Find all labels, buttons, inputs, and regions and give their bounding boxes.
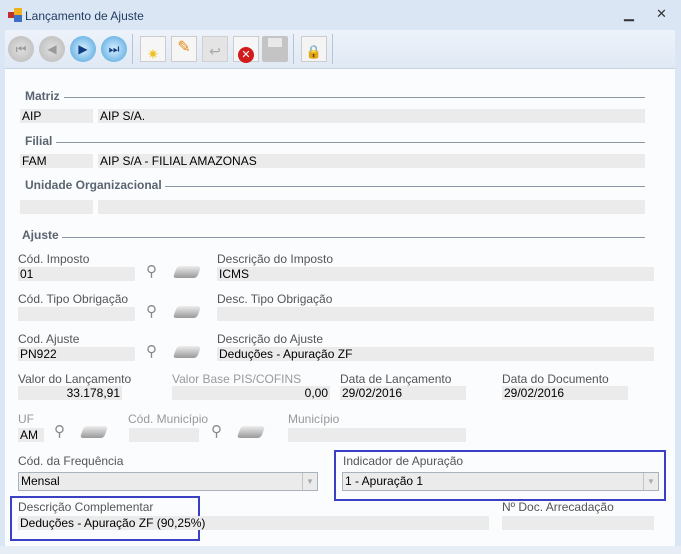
num-doc-arrecadacao-field[interactable]: [502, 516, 654, 530]
edit-pencil-icon[interactable]: ✎: [171, 36, 197, 62]
uf-field[interactable]: AM: [18, 428, 44, 442]
frequencia-value: Mensal: [21, 474, 60, 488]
filial-code-field[interactable]: FAM: [20, 154, 93, 168]
frequencia-label: Cód. da Frequência: [18, 454, 124, 468]
indicador-apuracao-select[interactable]: 1 - Apuração 1 ▼: [342, 472, 659, 491]
cod-ajuste-field[interactable]: PN922: [18, 347, 135, 361]
unidade-name-field[interactable]: [98, 200, 645, 214]
desc-tipo-obrigacao-field[interactable]: [217, 307, 654, 321]
indicador-apuracao-label: Indicador de Apuração: [343, 454, 464, 468]
data-documento-label: Data do Documento: [502, 372, 609, 386]
search-icon[interactable]: ⚲: [146, 342, 157, 360]
search-icon[interactable]: ⚲: [211, 422, 222, 440]
uf-label: UF: [18, 412, 34, 426]
desc-ajuste-field[interactable]: Deduções - Apuração ZF: [217, 347, 654, 361]
divider: [56, 142, 645, 143]
eraser-icon[interactable]: [172, 266, 202, 278]
toolbar-separator: [132, 34, 133, 64]
filial-name-field[interactable]: AIP S/A - FILIAL AMAZONAS: [98, 154, 645, 168]
desc-tipo-obrigacao-label: Desc. Tipo Obrigação: [217, 292, 333, 306]
cod-tipo-obrigacao-field[interactable]: [18, 307, 135, 321]
divider: [64, 97, 645, 98]
previous-record-button[interactable]: ◀: [39, 36, 65, 62]
section-ajuste: Ajuste: [22, 228, 59, 242]
eraser-icon[interactable]: [79, 426, 109, 438]
frequencia-select[interactable]: Mensal ▼: [18, 472, 318, 491]
valor-base-label: Valor Base PIS/COFINS: [172, 372, 302, 386]
delete-icon[interactable]: ✕: [233, 36, 259, 63]
desc-ajuste-label: Descrição do Ajuste: [217, 332, 324, 346]
section-unidade-organizacional: Unidade Organizacional: [25, 178, 162, 192]
desc-imposto-label: Descrição do Imposto: [217, 252, 334, 266]
toolbar-separator: [332, 34, 333, 64]
chevron-down-icon[interactable]: ▼: [643, 473, 658, 490]
cod-ajuste-label: Cod. Ajuste: [18, 332, 80, 346]
eraser-icon[interactable]: [172, 306, 202, 318]
desc-imposto-field[interactable]: ICMS: [217, 267, 654, 281]
app-icon: [8, 8, 22, 22]
chevron-down-icon[interactable]: ▼: [302, 473, 317, 490]
matriz-name-field[interactable]: AIP S/A.: [98, 109, 645, 123]
save-disk-icon[interactable]: [262, 36, 288, 62]
valor-lancamento-field[interactable]: 33.178,91: [18, 386, 122, 400]
divider: [62, 237, 645, 238]
window-title: Lançamento de Ajuste: [25, 9, 144, 23]
eraser-icon[interactable]: [172, 346, 202, 358]
window-bottom-border: [0, 546, 681, 554]
data-lancamento-label: Data de Lançamento: [340, 372, 452, 386]
search-icon[interactable]: ⚲: [146, 302, 157, 320]
close-button[interactable]: ✕: [656, 6, 667, 22]
cod-imposto-label: Cód. Imposto: [18, 252, 90, 266]
section-filial: Filial: [25, 134, 53, 148]
cod-imposto-field[interactable]: 01: [18, 267, 135, 281]
valor-lancamento-label: Valor do Lançamento: [18, 372, 132, 386]
data-documento-field[interactable]: 29/02/2016: [502, 386, 628, 400]
next-record-button[interactable]: ▶: [70, 36, 96, 62]
undo-icon[interactable]: ↩: [202, 36, 228, 62]
divider: [165, 186, 645, 187]
indicador-apuracao-value: 1 - Apuração 1: [345, 474, 424, 488]
num-doc-arrecadacao-label: Nº Doc. Arrecadação: [502, 500, 614, 514]
unidade-code-field[interactable]: [20, 200, 93, 214]
data-lancamento-field[interactable]: 29/02/2016: [340, 386, 466, 400]
valor-base-field[interactable]: 0,00: [172, 386, 330, 400]
matriz-code-field[interactable]: AIP: [20, 109, 93, 123]
new-document-icon[interactable]: ✷: [140, 36, 166, 62]
first-record-button[interactable]: ⏮: [8, 36, 34, 62]
search-icon[interactable]: ⚲: [54, 422, 65, 440]
cod-municipio-label: Cód. Município: [128, 412, 209, 426]
descricao-complementar-field[interactable]: Deduções - Apuração ZF (90,25%): [18, 516, 489, 530]
municipio-field[interactable]: [288, 428, 466, 442]
municipio-label: Município: [288, 412, 340, 426]
lock-icon[interactable]: 🔒: [301, 36, 327, 62]
cod-tipo-obrigacao-label: Cód. Tipo Obrigação: [18, 292, 129, 306]
section-matriz: Matriz: [25, 89, 60, 103]
minimize-button[interactable]: ▁: [624, 6, 634, 22]
search-icon[interactable]: ⚲: [146, 262, 157, 280]
last-record-button[interactable]: ⏭: [101, 36, 127, 62]
cod-municipio-field[interactable]: [129, 428, 199, 442]
descricao-complementar-label: Descrição Complementar: [18, 500, 154, 514]
eraser-icon[interactable]: [236, 426, 266, 438]
toolbar-separator: [293, 34, 294, 64]
